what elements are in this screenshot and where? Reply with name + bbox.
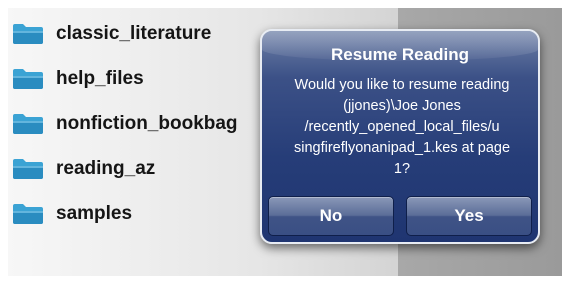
folder-icon [12,203,44,225]
dialog-message-line: (jjones)\Joe Jones [343,98,461,114]
file-browser-screen: classic_literature help_files nonfiction… [8,8,562,276]
folder-label: samples [56,203,133,224]
resume-reading-dialog: Resume Reading Would you like to resume … [260,29,540,244]
folder-icon [12,23,44,45]
dialog-message-line: /recently_opened_local_files/u [304,119,500,135]
folder-item-help-files[interactable]: help_files [12,63,144,95]
yes-button[interactable]: Yes [406,196,532,236]
folder-label: nonfiction_bookbag [56,113,238,134]
folder-item-classic-literature[interactable]: classic_literature [12,18,211,50]
folder-item-reading-az[interactable]: reading_az [12,153,155,185]
dialog-message-line: 1? [393,161,411,177]
folder-item-nonfiction-bookbag[interactable]: nonfiction_bookbag [12,108,238,140]
no-button[interactable]: No [268,196,394,236]
folder-label: help_files [56,68,144,89]
folder-icon [12,158,44,180]
dialog-message: Would you like to resume reading (jjones… [274,75,530,180]
folder-icon [12,68,44,90]
dialog-title: Resume Reading [331,45,469,64]
dialog-message-line: Would you like to resume reading [294,77,510,93]
folder-item-samples[interactable]: samples [12,198,132,230]
folder-icon [12,113,44,135]
folder-label: classic_literature [56,23,212,44]
dialog-message-line: singfireflyonanipad_1.kes at page [293,140,511,156]
folder-label: reading_az [56,158,156,179]
